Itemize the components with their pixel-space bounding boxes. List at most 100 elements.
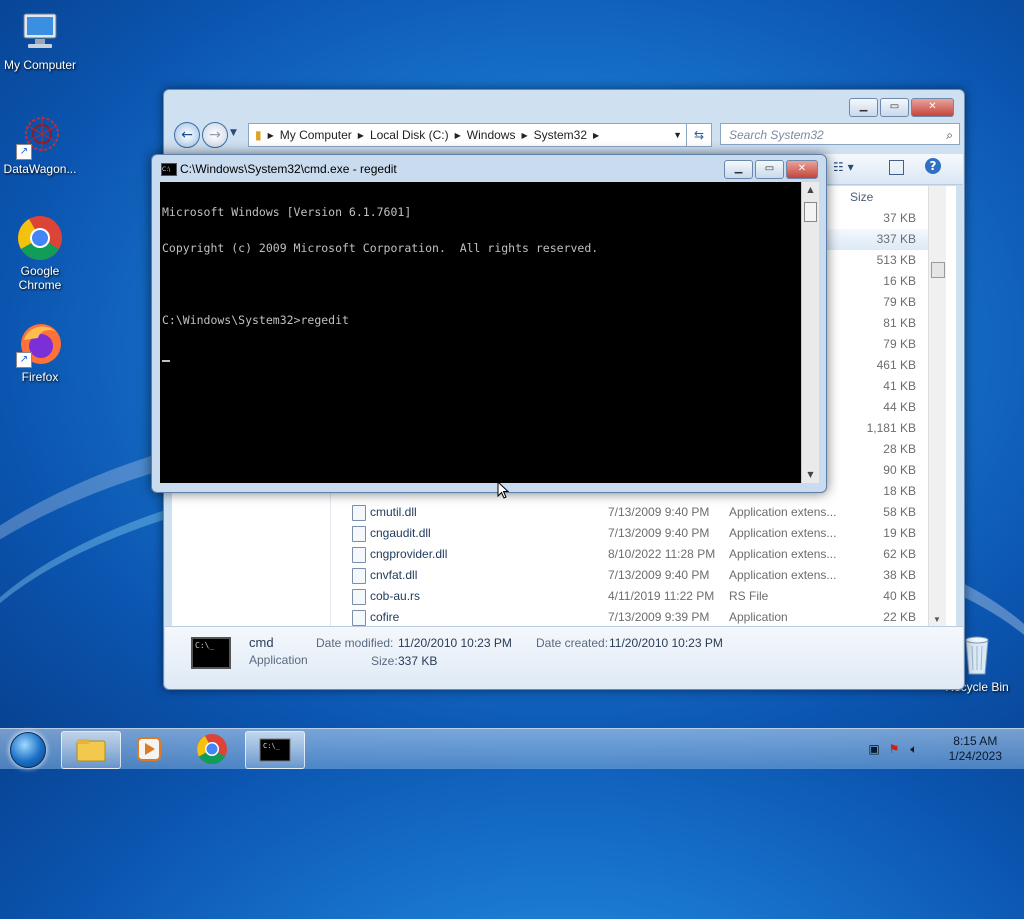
column-size[interactable]: Size — [850, 190, 873, 204]
desktop-icon-firefox[interactable]: ↗ Firefox — [0, 320, 80, 384]
mouse-pointer-icon — [497, 481, 509, 499]
scroll-up-arrow-icon[interactable]: ▲ — [802, 182, 819, 198]
media-player-icon — [137, 737, 161, 761]
file-icon — [352, 505, 366, 521]
table-row[interactable]: cngprovider.dll 8/10/2022 11:28 PM Applica… — [332, 544, 946, 565]
scroll-down-arrow-icon[interactable]: ▼ — [933, 615, 941, 624]
clock-date: 1/24/2023 — [948, 749, 1002, 763]
desktop-icon-datawagon[interactable]: ↗ DataWagon... — [0, 112, 80, 176]
cmd-icon: C:\_ — [259, 738, 291, 762]
date-created-value: 11/20/2010 10:23 PM — [609, 636, 723, 650]
file-size: 40 KB — [883, 589, 916, 603]
file-date: 7/13/2009 9:40 PM — [608, 505, 710, 519]
clock[interactable]: 8:15 AM 1/24/2023 — [949, 734, 1002, 764]
file-date: 8/10/2022 11:28 PM — [608, 547, 716, 561]
file-icon — [352, 547, 366, 563]
window-controls: ▁ ▭ ✕ — [849, 98, 954, 117]
file-icon — [352, 568, 366, 584]
cmd-maximize-button[interactable]: ▭ — [755, 160, 784, 179]
taskbar-explorer-button[interactable] — [61, 731, 121, 769]
date-modified-value: 11/20/2010 10:23 PM — [398, 636, 512, 650]
preview-pane-icon[interactable] — [889, 160, 904, 175]
file-size: 28 KB — [883, 442, 916, 456]
file-name: cmutil.dll — [370, 505, 417, 519]
file-name: cob-au.rs — [370, 589, 421, 603]
search-input[interactable]: Search System32 ⌕ — [720, 123, 960, 145]
address-dropdown-icon[interactable]: ▼ — [673, 130, 682, 140]
file-size: 58 KB — [883, 505, 916, 519]
scrollbar-thumb[interactable] — [931, 262, 945, 278]
cmd-window-title: C:\Windows\System32\cmd.exe - regedit — [180, 162, 397, 176]
computer-icon — [16, 8, 64, 56]
console-output[interactable]: Microsoft Windows [Version 6.1.7601] Cop… — [160, 182, 801, 483]
file-icon — [352, 589, 366, 605]
start-button[interactable] — [5, 732, 49, 768]
scroll-down-arrow-icon[interactable]: ▼ — [802, 467, 819, 483]
address-bar[interactable]: ▮ ▶ My Computer ▶ Local Disk (C:) ▶ Wind… — [248, 123, 711, 147]
date-created-label: Date created: — [536, 636, 609, 650]
network-icon[interactable]: ▣ — [866, 742, 882, 756]
file-size: 19 KB — [883, 526, 916, 540]
maximize-button[interactable]: ▭ — [880, 98, 909, 117]
console-line: Copyright (c) 2009 Microsoft Corporation… — [162, 241, 599, 255]
size-label: Size: — [371, 654, 398, 668]
close-button[interactable]: ✕ — [911, 98, 954, 117]
taskbar-chrome-button[interactable] — [183, 731, 241, 767]
volume-icon[interactable]: 🔈︎ — [906, 742, 922, 756]
file-size: 81 KB — [883, 316, 916, 330]
file-size: 41 KB — [883, 379, 916, 393]
cmd-minimize-button[interactable]: ▁ — [724, 160, 753, 179]
file-name: cngaudit.dll — [370, 526, 431, 540]
console-line: C:\Windows\System32>regedit — [162, 313, 349, 327]
help-icon[interactable]: ? — [925, 158, 941, 174]
svg-text:C:\_: C:\_ — [263, 742, 281, 750]
breadcrumb-separator-icon: ▶ — [357, 130, 364, 140]
file-icon — [352, 526, 366, 542]
shortcut-arrow-icon: ↗ — [16, 144, 32, 160]
file-date: 7/13/2009 9:40 PM — [608, 568, 710, 582]
refresh-button[interactable]: ⇆ — [686, 123, 712, 147]
view-options-icon[interactable]: ☷ ▾ — [833, 160, 854, 174]
firefox-icon: ↗ — [16, 320, 64, 368]
console-line: Microsoft Windows [Version 6.1.7601] — [162, 205, 412, 219]
vertical-scrollbar[interactable]: ▼ — [928, 186, 946, 626]
breadcrumb-my-computer[interactable]: My Computer — [280, 128, 352, 142]
file-type: Application extens... — [729, 526, 837, 540]
file-icon — [352, 610, 366, 626]
table-row[interactable]: cofire 7/13/2009 9:39 PM Application 22 KB — [332, 607, 946, 626]
desktop-icon-chrome[interactable]: Google Chrome — [0, 214, 80, 292]
clock-time: 8:15 AM — [953, 734, 998, 748]
table-row[interactable]: cmutil.dll 7/13/2009 9:40 PM Application e… — [332, 502, 946, 523]
taskbar: C:\_ ▣ ⚑ 🔈︎ 8:15 AM 1/24/2023 — [0, 728, 1024, 769]
cmd-scrollbar-thumb[interactable] — [804, 202, 817, 222]
breadcrumb-separator-icon: ▶ — [521, 130, 528, 140]
search-icon: ⌕ — [946, 128, 953, 142]
file-size: 79 KB — [883, 337, 916, 351]
back-button[interactable]: ← — [174, 122, 200, 148]
table-row[interactable]: cob-au.rs 4/11/2019 11:22 PM RS File 40 KB — [332, 586, 946, 607]
desktop-icon-my-computer[interactable]: My Computer — [0, 8, 80, 72]
file-size: 337 KB — [876, 232, 916, 246]
cmd-window[interactable]: C:\ C:\Windows\System32\cmd.exe - regedi… — [151, 154, 827, 493]
action-center-icon[interactable]: ⚑ — [886, 742, 902, 756]
breadcrumb-windows[interactable]: Windows — [467, 128, 516, 142]
folder-icon: ▮ — [255, 128, 262, 142]
cmd-close-button[interactable]: ✕ — [786, 160, 818, 179]
file-size: 38 KB — [883, 568, 916, 582]
recent-pages-dropdown[interactable]: ▼ — [230, 128, 237, 138]
taskbar-media-player-button[interactable] — [120, 731, 178, 767]
taskbar-cmd-button[interactable]: C:\_ — [245, 731, 305, 769]
date-modified-label: Date modified: — [316, 636, 394, 650]
file-type: Application extens... — [729, 505, 837, 519]
breadcrumb-separator-icon: ▶ — [267, 130, 274, 140]
forward-button[interactable]: → — [202, 122, 228, 148]
table-row[interactable]: cngaudit.dll 7/13/2009 9:40 PM Application… — [332, 523, 946, 544]
breadcrumb-system32[interactable]: System32 — [534, 128, 587, 142]
table-row[interactable]: cnvfat.dll 7/13/2009 9:40 PM Application e… — [332, 565, 946, 586]
file-size: 37 KB — [883, 211, 916, 225]
folder-icon — [76, 739, 106, 762]
breadcrumb-local-disk[interactable]: Local Disk (C:) — [370, 128, 449, 142]
cmd-vertical-scrollbar[interactable]: ▲ ▼ — [801, 182, 819, 483]
file-date: 7/13/2009 9:39 PM — [608, 610, 710, 624]
minimize-button[interactable]: ▁ — [849, 98, 878, 117]
